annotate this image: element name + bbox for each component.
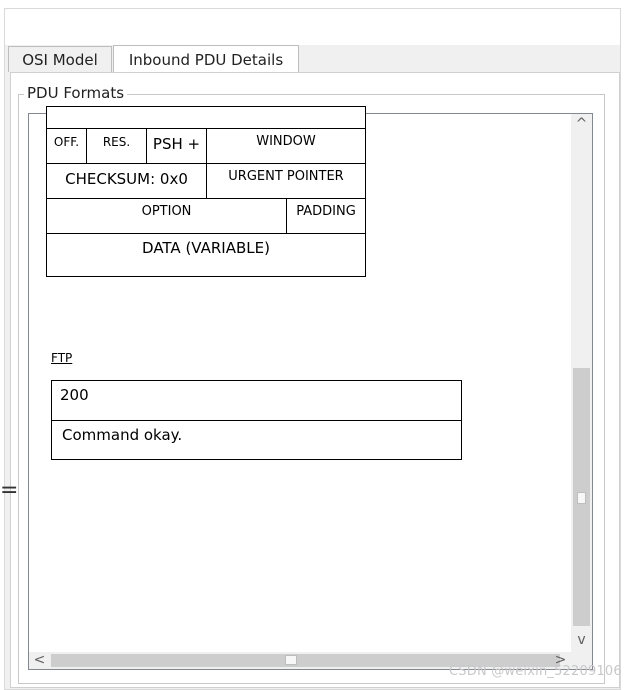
- tcp-checksum-cell: CHECKSUM: 0x0: [46, 163, 207, 199]
- tcp-flags-cell: PSH + ACK: [146, 128, 207, 164]
- ftp-message-cell: Command okay.: [51, 420, 462, 460]
- tcp-urgent-pointer-cell: URGENT POINTER: [206, 163, 366, 199]
- ftp-code-cell: 200: [51, 380, 462, 421]
- horizontal-thumb-grip-icon: [285, 655, 297, 665]
- scroll-left-arrow-icon[interactable]: <: [31, 652, 48, 669]
- tcp-data-cell: DATA (VARIABLE): [46, 233, 366, 277]
- tcp-option-cell: OPTION: [46, 198, 287, 234]
- tcp-window-cell: WINDOW: [206, 128, 366, 164]
- tcp-res-cell: RES.: [86, 128, 147, 164]
- tcp-off-cell: OFF.: [46, 128, 87, 164]
- tcp-row-cutoff: [46, 106, 366, 129]
- pdu-formats-label: PDU Formats: [24, 84, 128, 102]
- watermark-text: CSDN @weixin_52209106: [449, 664, 622, 679]
- tab-osi-model[interactable]: OSI Model: [8, 46, 112, 72]
- edge-glyph: =: [0, 478, 19, 503]
- window-top-band: [5, 9, 620, 45]
- ftp-label[interactable]: FTP: [51, 351, 72, 365]
- scroll-down-arrow-icon[interactable]: v: [571, 632, 592, 649]
- scroll-up-arrow-icon[interactable]: ^: [571, 116, 592, 133]
- vertical-thumb-grip-icon: [577, 492, 586, 504]
- tcp-padding-cell: PADDING: [286, 198, 366, 234]
- tab-inbound-pdu-details[interactable]: Inbound PDU Details: [113, 45, 299, 73]
